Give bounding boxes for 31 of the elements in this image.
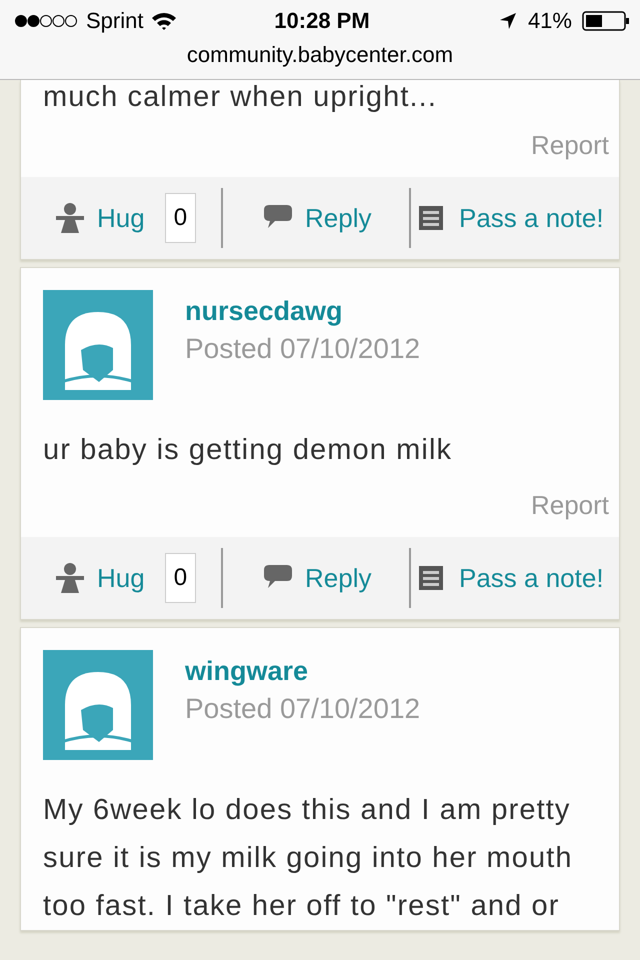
signal-icon bbox=[14, 14, 78, 28]
hug-link[interactable]: Hug bbox=[97, 202, 145, 234]
battery-icon bbox=[582, 10, 630, 32]
post-date: Posted 07/10/2012 bbox=[185, 333, 420, 365]
battery-percent: 41% bbox=[528, 8, 572, 34]
post-text: ur baby is getting demon milk bbox=[42, 433, 454, 468]
hug-count: 0 bbox=[164, 193, 196, 243]
location-arrow-icon bbox=[498, 11, 518, 31]
note-icon bbox=[419, 206, 443, 230]
avatar-icon bbox=[43, 650, 153, 760]
wifi-icon bbox=[151, 11, 178, 31]
clock-time: 10:28 PM bbox=[274, 8, 370, 34]
hug-link[interactable]: Hug bbox=[97, 562, 145, 594]
report-link[interactable]: Report bbox=[530, 130, 609, 161]
reply-link[interactable]: Reply bbox=[305, 202, 372, 234]
reply-link[interactable]: Reply bbox=[305, 562, 372, 594]
pass-note-link[interactable]: Pass a note! bbox=[459, 562, 604, 594]
person-icon bbox=[55, 202, 85, 234]
post-date: Posted 07/10/2012 bbox=[185, 693, 420, 725]
avatar-icon bbox=[43, 290, 153, 400]
post-text: much calmer when upright... bbox=[42, 80, 438, 114]
username-link[interactable]: wingware bbox=[185, 656, 420, 687]
pass-note-link[interactable]: Pass a note! bbox=[459, 202, 604, 234]
username-link[interactable]: nursecdawg bbox=[185, 296, 420, 327]
page-address[interactable]: community.babycenter.com bbox=[0, 42, 640, 68]
note-icon bbox=[419, 566, 443, 590]
hug-count: 0 bbox=[164, 553, 196, 603]
carrier-name: Sprint bbox=[86, 8, 144, 34]
post-text: My 6week lo does this and I am pretty sure it is my milk going into her mouth too fast. I take her off to "rest" and or bbox=[42, 793, 574, 924]
report-link[interactable]: Report bbox=[530, 490, 609, 521]
person-icon bbox=[55, 562, 85, 594]
